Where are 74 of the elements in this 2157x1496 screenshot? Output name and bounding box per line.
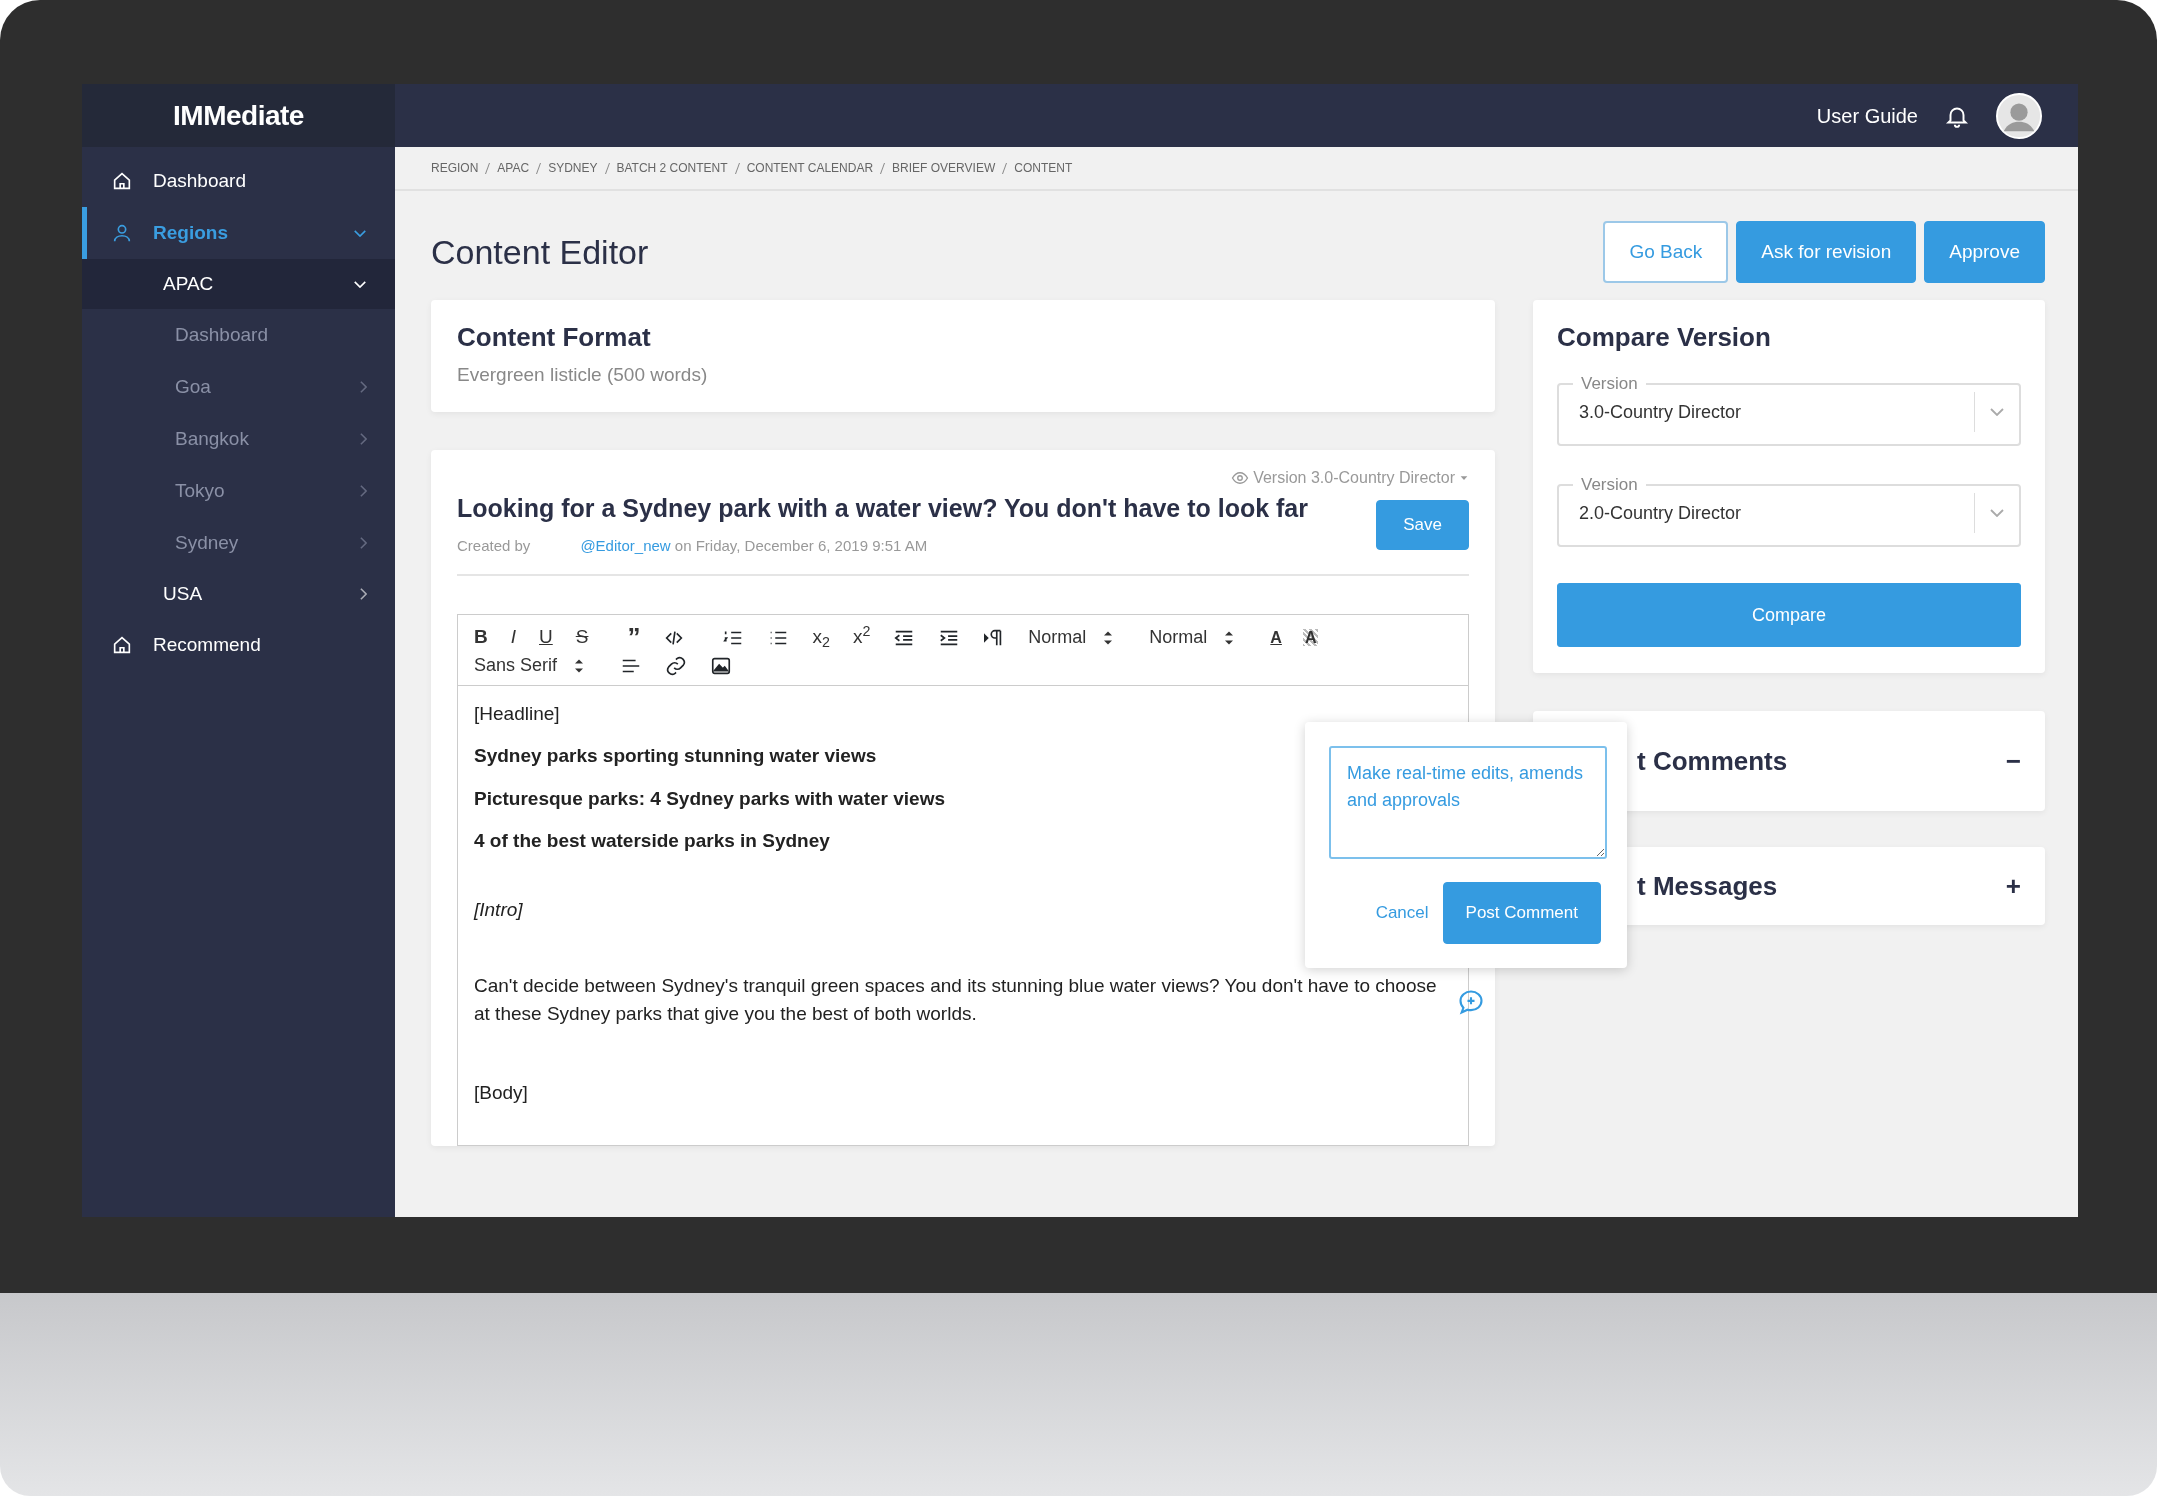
house-icon — [111, 634, 133, 656]
sort-arrows-icon — [1104, 630, 1113, 645]
page-title: Content Editor — [431, 231, 649, 273]
bold-button[interactable]: B — [472, 627, 490, 649]
cancel-link[interactable]: Cancel — [1375, 899, 1429, 926]
chevron-right-icon — [360, 432, 367, 446]
chevron-right-icon — [360, 380, 367, 394]
editor-line: 4 of the best waterside parks in Sydney — [474, 829, 830, 854]
article-title: Looking for a Sydney park with a water view? You don't have to look far — [457, 492, 1308, 524]
chevron-right-icon — [360, 587, 367, 601]
editor-line: [Body] — [474, 1081, 528, 1106]
format-select[interactable]: Normal — [1147, 627, 1236, 648]
editor-line: [Intro] — [474, 897, 523, 922]
quote-button[interactable]: ” — [625, 626, 643, 649]
breadcrumb-link[interactable]: CONTENT CALENDAR — [746, 159, 874, 177]
highlight-button[interactable]: A — [1302, 628, 1319, 647]
person-icon — [111, 222, 133, 244]
sidebar-item[interactable]: Recommend — [82, 619, 395, 671]
script-button[interactable]: x$_{2}$ — [810, 627, 832, 649]
save-button[interactable]: Save — [1376, 499, 1469, 550]
card-title: Content Format — [457, 322, 652, 354]
breadcrumb-link[interactable]: REGION — [431, 159, 479, 177]
breadcrumb-link[interactable]: BRIEF OVERVIEW — [892, 159, 996, 177]
format-value: Evergreen listicle (500 words) — [457, 363, 709, 388]
sidebar-item[interactable]: APAC — [82, 259, 395, 309]
card-title: Compare Version — [1557, 322, 1772, 354]
format-select[interactable]: Sans Serif — [472, 655, 586, 676]
sidebar-item[interactable]: Dashboard — [82, 309, 395, 361]
editor-line: [Headline] — [474, 701, 560, 726]
link-icon[interactable] — [665, 654, 688, 677]
created-label: Created by — [457, 536, 531, 557]
breadcrumb-link[interactable]: BATCH 2 CONTENT — [616, 159, 728, 177]
sidebar-item[interactable]: Bangkok — [82, 413, 395, 465]
created-info: @Editor_new on Friday, December 6, 2019 9:51 AM — [580, 536, 928, 557]
sort-arrows-icon — [1225, 630, 1234, 645]
chevron-right-icon — [360, 484, 367, 498]
sort-arrows-icon — [575, 658, 584, 673]
version-dropdown[interactable]: Version 3.0-Country Director — [1231, 465, 1469, 490]
editor-line: Picturesque parks: 4 Sydney parks with water views — [474, 786, 945, 811]
format-select[interactable]: Normal — [1026, 627, 1115, 648]
version-select[interactable]: Version 2.0-Country Director — [1557, 476, 2021, 548]
action-button[interactable]: Ask for revision — [1736, 221, 1917, 283]
chevron-down-icon — [1989, 408, 2005, 417]
chevron-down-icon — [353, 229, 367, 237]
breadcrumb-link[interactable]: APAC — [497, 159, 530, 177]
strikethrough-button[interactable]: S — [573, 627, 591, 649]
house-icon — [111, 170, 133, 192]
sidebar-item[interactable]: Dashboard — [82, 155, 395, 207]
text-color-button[interactable]: A — [1268, 628, 1284, 647]
author-link[interactable]: @Editor_new — [580, 537, 671, 555]
sidebar-item[interactable]: Goa — [82, 361, 395, 413]
sidebar-item[interactable]: Tokyo — [82, 465, 395, 517]
action-button[interactable]: Go Back — [1603, 221, 1729, 283]
italic-button[interactable]: I — [508, 627, 518, 649]
breadcrumb-link[interactable]: CONTENT — [1014, 159, 1073, 177]
underline-button[interactable]: U — [537, 627, 555, 649]
post-comment-button[interactable]: Post Comment — [1442, 881, 1601, 944]
compare-button[interactable]: Compare — [1557, 583, 2021, 648]
editor-line: Sydney parks sporting stunning water views — [474, 744, 877, 769]
breadcrumb-link[interactable]: SYDNEY — [548, 159, 598, 177]
user-guide-link[interactable]: User Guide — [1816, 100, 1918, 131]
editor-line: Can't decide between Sydney's tranquil green spaces and its stunning blue water views? You don't have to choose at these Sydney parks that give you the best of both worlds. — [474, 974, 1438, 1026]
add-comment-icon[interactable] — [1457, 987, 1485, 1016]
chevron-right-icon — [360, 536, 367, 550]
version-select[interactable]: Version 3.0-Country Director — [1557, 375, 2021, 447]
chevron-down-icon — [1989, 509, 2005, 518]
sidebar-item[interactable]: Sydney — [82, 517, 395, 569]
action-button[interactable]: Approve — [1924, 221, 2045, 283]
script-button[interactable]: x$^{2}$ — [850, 627, 873, 649]
sidebar-item[interactable]: USA — [82, 569, 395, 619]
avatar-icon[interactable] — [1996, 92, 2042, 139]
app-logo: IMMediate — [82, 84, 395, 147]
comment-input[interactable]: Make real-time edits, amends and approvals — [1329, 745, 1607, 859]
chevron-down-icon — [353, 280, 367, 288]
